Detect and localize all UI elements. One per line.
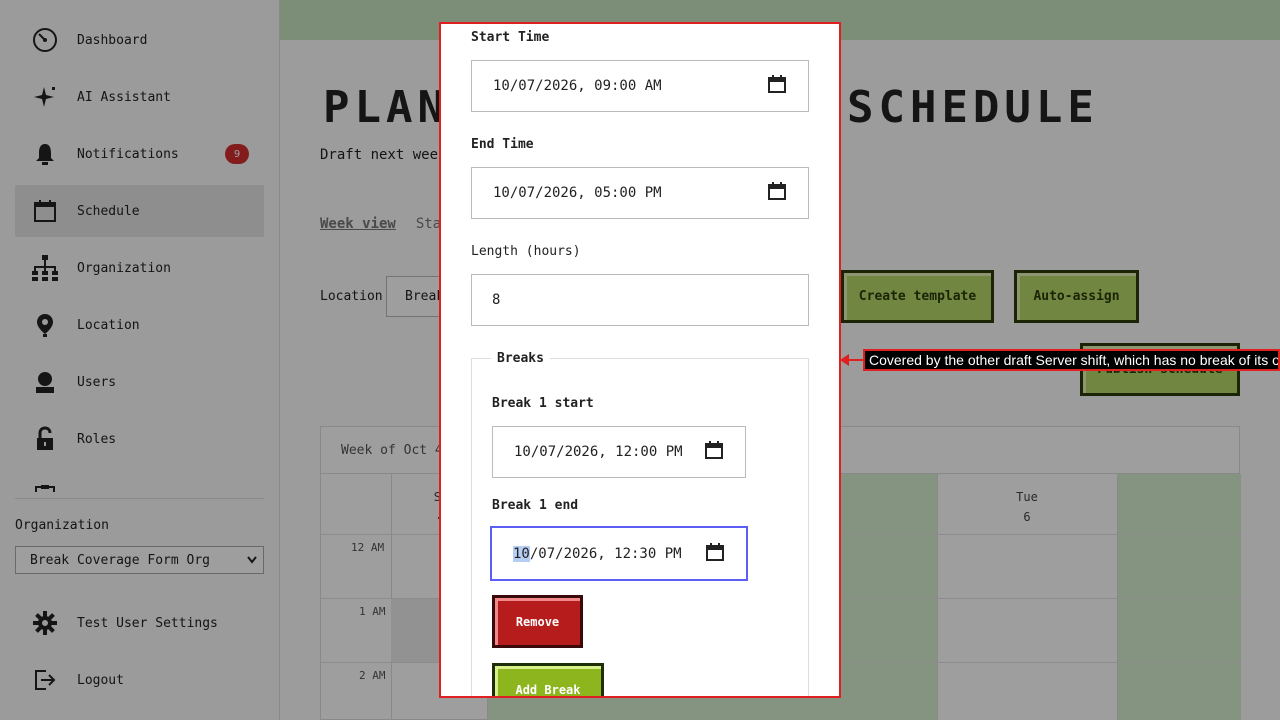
start-time-label: Start Time [471,30,550,45]
break-end-value: 10/07/2026, 12:30 PM [513,545,682,562]
break-start-input[interactable]: 10/07/2026, 12:00 PM [492,426,746,478]
add-break-button[interactable]: Add Break [492,663,604,696]
end-time-value: 10/07/2026, 05:00 PM [493,185,662,201]
break-start-value: 10/07/2026, 12:00 PM [514,444,683,460]
start-time-input[interactable]: 10/07/2026, 09:00 AM [471,60,809,112]
break-end-rest: /07/2026, 12:30 PM [529,545,682,562]
calendar-picker-icon[interactable] [706,542,724,565]
break-end-input[interactable]: 10/07/2026, 12:30 PM [490,526,748,581]
length-label: Length (hours) [471,244,581,259]
remove-break-button[interactable]: Remove [492,595,583,648]
end-time-label: End Time [471,137,534,152]
length-value: 8 [492,292,501,308]
annotation-callout: Covered by the other draft Server shift,… [863,349,1280,371]
end-time-input[interactable]: 10/07/2026, 05:00 PM [471,167,809,219]
shift-edit-modal: Start Time 10/07/2026, 09:00 AM End Time… [439,22,841,698]
length-input[interactable]: 8 [471,274,809,326]
callout-connector [848,359,864,361]
break-end-label: Break 1 end [492,498,579,513]
break-end-month-selected: 10 [513,545,530,562]
calendar-picker-icon[interactable] [768,75,786,97]
break-start-label: Break 1 start [492,396,594,411]
start-time-value: 10/07/2026, 09:00 AM [493,78,662,94]
calendar-picker-icon[interactable] [768,182,786,204]
breaks-legend: Breaks [491,351,550,366]
calendar-picker-icon[interactable] [705,441,723,463]
